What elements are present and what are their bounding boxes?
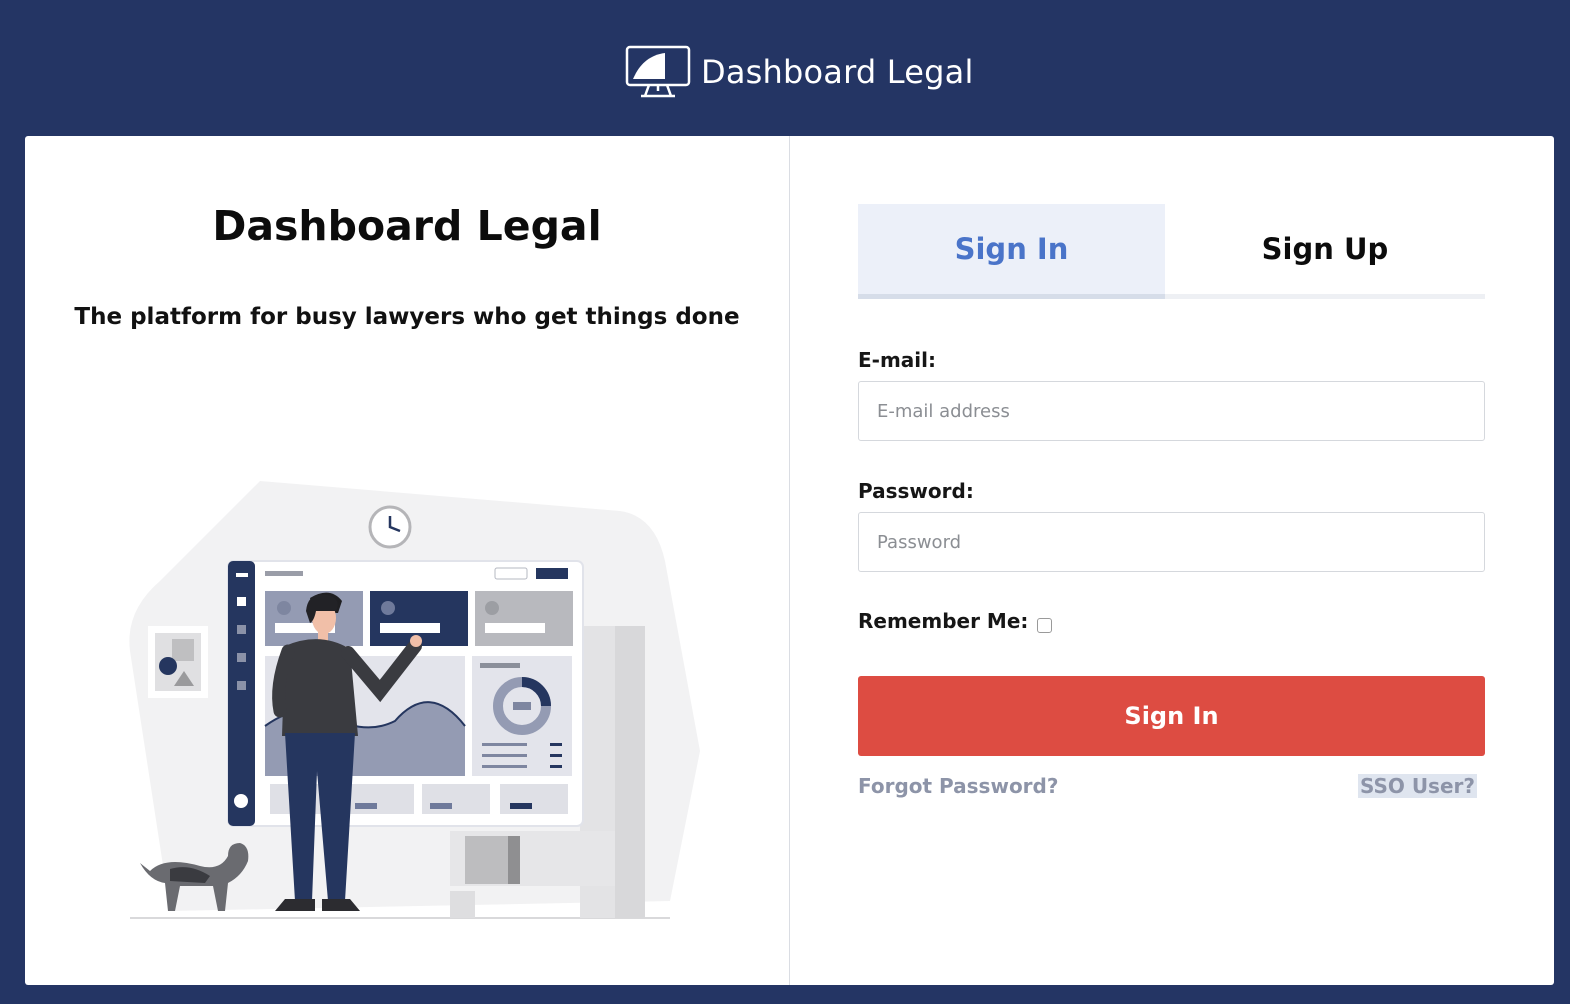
login-card: Dashboard Legal The platform for busy la… (25, 136, 1554, 985)
intro-subtitle: The platform for busy lawyers who get th… (74, 304, 740, 330)
intro-title: Dashboard Legal (212, 202, 602, 250)
monitor-icon (625, 45, 691, 98)
tab-sign-up[interactable]: Sign Up (1165, 204, 1485, 294)
tab-sign-in[interactable]: Sign In (858, 204, 1165, 299)
forgot-password-link[interactable]: Forgot Password? (858, 774, 1058, 798)
email-label: E-mail: (858, 348, 937, 372)
password-label: Password: (858, 479, 974, 503)
password-field[interactable] (858, 512, 1485, 572)
sign-in-button[interactable]: Sign In (858, 676, 1485, 756)
intro-panel: Dashboard Legal The platform for busy la… (25, 136, 789, 985)
email-field[interactable] (858, 381, 1485, 441)
person-presenting-dashboard-illustration (129, 481, 700, 919)
brand-name: Dashboard Legal (701, 53, 974, 91)
remember-me-label: Remember Me: (858, 609, 1029, 633)
remember-me-checkbox[interactable] (1037, 617, 1053, 633)
remember-me-row: Remember Me: (858, 609, 1053, 633)
panel-divider (789, 136, 790, 985)
auth-panel: Sign In Sign Up E-mail: Password: Rememb… (858, 136, 1485, 985)
top-bar: Dashboard Legal (0, 0, 1570, 136)
brand-logo[interactable]: Dashboard Legal (625, 44, 974, 100)
auth-tabs: Sign In Sign Up (858, 204, 1485, 299)
sso-user-link[interactable]: SSO User? (1357, 774, 1477, 798)
